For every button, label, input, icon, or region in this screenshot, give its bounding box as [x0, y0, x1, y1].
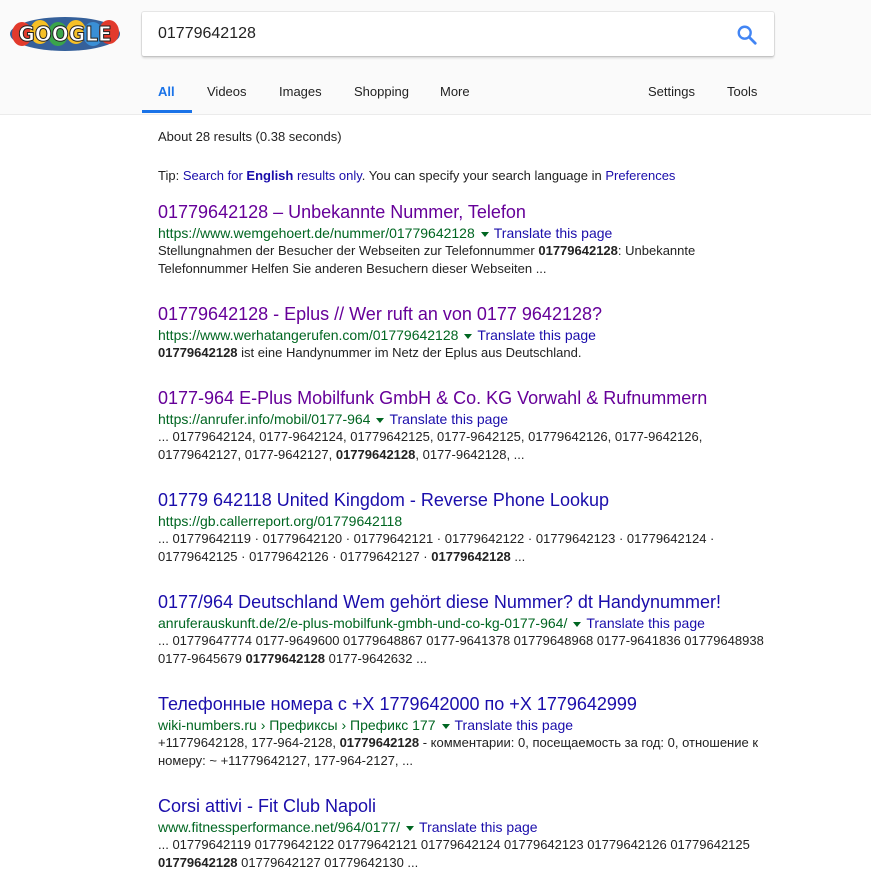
search-result: 01779 642118 United Kingdom - Reverse Ph… — [158, 489, 768, 566]
result-url-line: https://gb.callerreport.org/01779642118 — [158, 512, 768, 530]
snippet-highlight: 01779642128 — [538, 243, 618, 258]
result-snippet: 01779642128 ist eine Handynummer im Netz… — [158, 344, 768, 362]
english-only-link[interactable]: Search for English results only — [183, 168, 362, 183]
logo[interactable]: GOOGLE — [8, 12, 122, 54]
snippet-text: ... 01779642119 01779642122 01779642121 … — [158, 837, 750, 852]
tab-shopping[interactable]: Shopping — [354, 84, 409, 99]
result-url: https://www.wemgehoert.de/nummer/0177964… — [158, 225, 475, 241]
tip-prefix: Tip: — [158, 168, 183, 183]
result-title-link[interactable]: 01779 642118 United Kingdom - Reverse Ph… — [158, 489, 768, 511]
snippet-text: 01779642127 01779642130 ... — [237, 855, 419, 870]
result-url-line: wiki-numbers.ru › Префиксы › Префикс 177… — [158, 716, 768, 734]
translate-link[interactable]: Translate this page — [419, 819, 538, 835]
snippet-text: ist eine Handynummer im Netz der Eplus a… — [237, 345, 582, 360]
snippet-text: , 0177-9642128, ... — [415, 447, 525, 462]
result-stats: About 28 results (0.38 seconds) — [158, 129, 342, 144]
tip-link-part1: Search for — [182, 168, 247, 183]
tab-settings[interactable]: Settings — [648, 84, 695, 99]
snippet-highlight: 01779642128 — [431, 549, 511, 564]
result-snippet: ... 01779642119 01779642122 01779642121 … — [158, 836, 768, 872]
result-url: https://gb.callerreport.org/01779642118 — [158, 513, 403, 529]
result-url-line: www.fitnessperformance.net/964/0177/Tran… — [158, 818, 768, 836]
search-result: 0177/964 Deutschland Wem gehört diese Nu… — [158, 591, 768, 668]
tab-videos[interactable]: Videos — [207, 84, 247, 99]
result-url-line: https://www.werhatangerufen.com/01779642… — [158, 326, 768, 344]
search-result: Телефонные номера с +Х 1779642000 по +Х … — [158, 693, 768, 770]
tab-all[interactable]: All — [158, 84, 175, 99]
snippet-highlight: 01779642128 — [335, 447, 416, 462]
result-title-link[interactable]: 01779642128 - Eplus // Wer ruft an von 0… — [158, 303, 768, 325]
tab-tools[interactable]: Tools — [727, 84, 757, 99]
translate-link[interactable]: Translate this page — [494, 225, 613, 241]
result-snippet: Stellungnahmen der Besucher der Webseite… — [158, 242, 768, 278]
snippet-highlight: 01779642128 — [158, 345, 238, 360]
search-result: 0177-964 E-Plus Mobilfunk GmbH & Co. KG … — [158, 387, 768, 464]
svg-text:GOOGLE: GOOGLE — [18, 22, 111, 46]
result-url-line: https://anrufer.info/mobil/0177-964 Trans… — [158, 410, 768, 428]
snippet-text: Stellungnahmen der Besucher der Webseite… — [158, 243, 539, 258]
tab-more[interactable]: More — [440, 84, 470, 99]
search-result: 01779642128 – Unbekannte Nummer, Telefon… — [158, 201, 768, 278]
translate-link[interactable]: Translate this page — [455, 717, 574, 733]
result-title-link[interactable]: 01779642128 – Unbekannte Nummer, Telefon — [158, 201, 768, 223]
result-snippet: ... 01779642119 · 01779642120 · 01779642… — [158, 530, 768, 566]
header-bar: GOOGLE All Videos Images Shopping More S… — [0, 0, 871, 115]
search-box — [142, 12, 774, 56]
result-url: www.fitnessperformance.net/964/0177/ — [158, 819, 401, 835]
search-result: Corsi attivi - Fit Club Napoli www.fitne… — [158, 795, 768, 872]
result-url: anruferauskunft.de/2/e-plus-mobilfunk-gm… — [158, 615, 568, 631]
dropdown-caret-icon[interactable] — [464, 333, 473, 339]
snippet-text: 0177-9642632 ... — [325, 651, 427, 666]
result-title-link[interactable]: Телефонные номера с +Х 1779642000 по +Х … — [158, 693, 768, 715]
result-url: https://www.werhatangerufen.com/01779642… — [158, 327, 459, 343]
language-tip: Tip: Search for English results only. Yo… — [158, 168, 675, 183]
translate-link[interactable]: Translate this page — [389, 411, 508, 427]
snippet-text: +11779642128, 177-964-2128, — [158, 735, 340, 750]
search-result: 01779642128 - Eplus // Wer ruft an von 0… — [158, 303, 768, 362]
dropdown-caret-icon[interactable] — [376, 417, 385, 423]
tip-middle: . You can specify your search language i… — [361, 168, 606, 183]
result-url: wiki-numbers.ru › Префиксы › Префикс 177 — [158, 717, 436, 733]
result-snippet: ... 01779647774 0177-9649600 01779648867… — [158, 632, 768, 668]
result-url-line: anruferauskunft.de/2/e-plus-mobilfunk-gm… — [158, 614, 768, 632]
snippet-highlight: 01779642128 — [158, 855, 238, 870]
dropdown-caret-icon[interactable] — [480, 231, 489, 237]
result-url-line: https://www.wemgehoert.de/nummer/0177964… — [158, 224, 768, 242]
active-tab-indicator — [142, 110, 192, 113]
search-input[interactable] — [158, 22, 698, 46]
search-icon[interactable] — [736, 24, 758, 46]
dropdown-caret-icon[interactable] — [573, 621, 582, 627]
tip-link-bold: English — [246, 168, 294, 183]
translate-link[interactable]: Translate this page — [586, 615, 705, 631]
preferences-link[interactable]: Preferences — [605, 168, 675, 183]
result-title-link[interactable]: Corsi attivi - Fit Club Napoli — [158, 795, 768, 817]
snippet-highlight: 01779642128 — [339, 735, 420, 750]
snippet-highlight: 01779642128 — [245, 651, 326, 666]
tip-link-part2: results only — [293, 168, 362, 183]
result-url: https://anrufer.info/mobil/0177-964 — [158, 411, 371, 427]
dropdown-caret-icon[interactable] — [406, 825, 415, 831]
result-title-link[interactable]: 0177/964 Deutschland Wem gehört diese Nu… — [158, 591, 768, 613]
dropdown-caret-icon[interactable] — [441, 723, 450, 729]
result-snippet: +11779642128, 177-964-2128, 01779642128 … — [158, 734, 768, 770]
result-snippet: ... 01779642124, 0177-9642124, 017796421… — [158, 428, 768, 464]
result-title-link[interactable]: 0177-964 E-Plus Mobilfunk GmbH & Co. KG … — [158, 387, 768, 409]
tab-images[interactable]: Images — [279, 84, 322, 99]
snippet-text: ... — [510, 549, 526, 564]
translate-link[interactable]: Translate this page — [477, 327, 596, 343]
